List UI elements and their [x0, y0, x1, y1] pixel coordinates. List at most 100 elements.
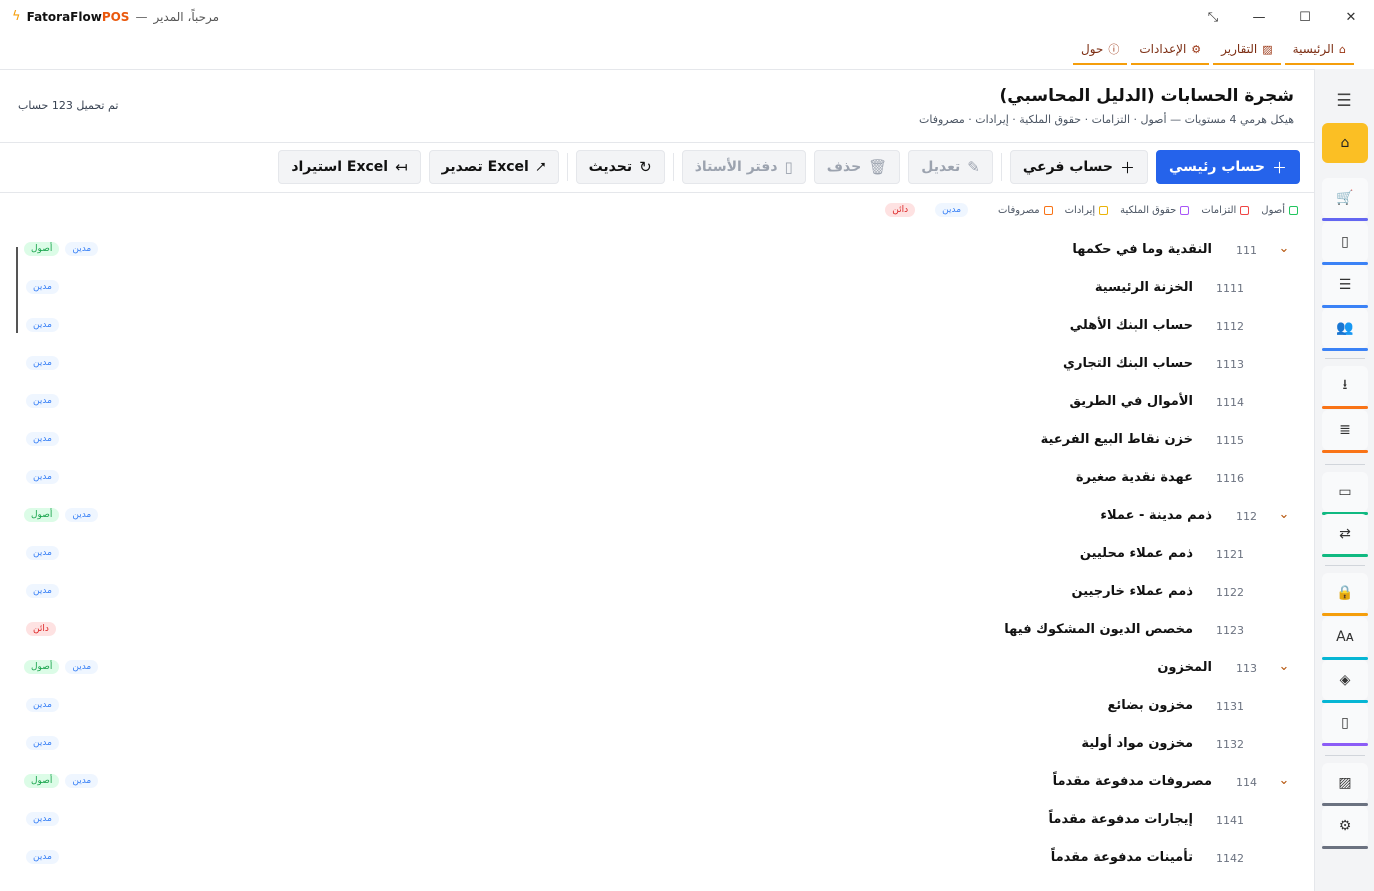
translate-icon: Aᴀ: [1336, 629, 1354, 645]
tree-row[interactable]: 1111 الخزنة الرئيسية مدين: [0, 270, 1314, 308]
maximize-button[interactable]: ☐: [1282, 0, 1328, 34]
tree-row[interactable]: ⌄ 113 المخزون مدين أصول: [0, 650, 1314, 688]
refresh-button[interactable]: ↻ تحديث: [575, 150, 665, 184]
users-icon: 👥: [1336, 320, 1354, 336]
sidebar-item-translate[interactable]: Aᴀ: [1322, 617, 1368, 660]
account-name: ذمم مدينة - عملاء: [1100, 508, 1212, 523]
tree-row[interactable]: ⌄ 114 مصروفات مدفوعة مقدماً مدين أصول: [0, 764, 1314, 802]
main-content: شجرة الحسابات (الدليل المحاسبي) هيكل هرم…: [0, 70, 1314, 891]
add-main-account-button[interactable]: ＋ حساب رئيسي: [1156, 150, 1300, 184]
delete-button[interactable]: 🗑 حذف: [813, 150, 901, 184]
report-icon: ▨: [1262, 42, 1273, 56]
account-tags: مدين: [26, 736, 59, 750]
account-name: تأمينات مدفوعة مقدماً: [1050, 850, 1193, 865]
tree-row[interactable]: 1132 مخزون مواد أولية مدين: [0, 726, 1314, 764]
edit-button[interactable]: ✎ تعديل: [908, 150, 993, 184]
menu-item-label: التقارير: [1221, 42, 1258, 56]
refresh-icon: ↻: [639, 158, 652, 176]
title-separator: —: [135, 9, 148, 24]
menu-item-2[interactable]: ⚙ الإعدادات: [1131, 38, 1210, 65]
tree-row[interactable]: 1113 حساب البنك التجاري مدين: [0, 346, 1314, 384]
menu-icon[interactable]: ☰: [1328, 89, 1360, 113]
toolbar: ＋ حساب رئيسي ＋ حساب فرعي ✎ تعديل 🗑 حذف ▯…: [278, 150, 1300, 184]
clipboard-icon: ▯: [1341, 715, 1349, 731]
tree-row[interactable]: 1121 ذمم عملاء محليين مدين: [0, 536, 1314, 574]
account-name: المخزون: [1157, 660, 1212, 675]
app-brand: ϟ FatoraFlowPOS — مرحباً، المدير: [12, 9, 219, 24]
sidebar-item-lock[interactable]: 🔒: [1322, 573, 1368, 616]
tree-row[interactable]: 1116 عهدة نقدية صغيرة مدين: [0, 460, 1314, 498]
sidebar: ☰ ⌂ 🛒 ▯ ☰ 👥 ⭳ ≣ ▭ ⇄ 🔒 Aᴀ ◈ ▯ ▨ ⚙: [1314, 69, 1374, 891]
menu-item-1[interactable]: ▨ التقارير: [1213, 38, 1281, 65]
sidebar-item-file[interactable]: ▭: [1322, 472, 1368, 515]
menu-item-0[interactable]: ⌂ الرئيسية: [1284, 38, 1354, 65]
sidebar-item-home[interactable]: ⌂: [1322, 123, 1368, 163]
sidebar-item-chart[interactable]: ▨: [1322, 763, 1368, 806]
sidebar-item-cart[interactable]: 🛒: [1322, 178, 1368, 221]
export-icon: ⭧: [535, 158, 546, 176]
shuffle-icon: ⇄: [1339, 526, 1351, 542]
equity-swatch: [1180, 205, 1190, 215]
pencil-icon: ✎: [967, 158, 980, 176]
tree-row[interactable]: 1142 تأمينات مدفوعة مقدماً مدين: [0, 840, 1314, 878]
menu-bar: ⌂ الرئيسية ▨ التقارير ⚙ الإعدادات ⓘ حول: [1073, 38, 1354, 65]
minimize-button[interactable]: —: [1236, 0, 1282, 34]
account-name: مخزون مواد أولية: [1081, 736, 1193, 751]
account-name: الخزنة الرئيسية: [1094, 280, 1193, 295]
tree-row[interactable]: 1131 مخزون بضائع مدين: [0, 688, 1314, 726]
toolbar-separator: [566, 153, 568, 181]
export-excel-button[interactable]: ⭧ تصدير Excel: [428, 150, 559, 184]
account-tags: مدين أصول: [24, 774, 99, 788]
sidebar-item-list[interactable]: ☰: [1322, 265, 1368, 308]
restore-icon[interactable]: ⤡: [1190, 0, 1236, 34]
assets-swatch: [1289, 205, 1298, 215]
nature-badge: مدين: [26, 546, 59, 560]
sidebar-item-list-alt[interactable]: ≣: [1322, 410, 1368, 453]
close-button[interactable]: ✕: [1328, 0, 1374, 34]
sidebar-item-shuffle[interactable]: ⇄: [1322, 514, 1368, 557]
legend-liabilities: التزامات: [1201, 205, 1250, 216]
chevron-down-icon[interactable]: ⌄: [1276, 241, 1292, 256]
chevron-down-icon[interactable]: ⌄: [1276, 659, 1292, 674]
sidebar-item-users[interactable]: 👥: [1322, 308, 1368, 351]
chevron-down-icon[interactable]: ⌄: [1276, 773, 1292, 788]
import-excel-button[interactable]: ↤ استيراد Excel: [278, 150, 421, 184]
tree-row[interactable]: ⌄ 112 ذمم مدينة - عملاء مدين أصول: [0, 498, 1314, 536]
sidebar-separator: [1325, 358, 1365, 359]
tree-row[interactable]: 1114 الأموال في الطريق مدين: [0, 384, 1314, 422]
plus-icon: ＋: [1271, 158, 1287, 177]
chevron-down-icon[interactable]: ⌄: [1276, 507, 1292, 522]
nature-badge: مدين: [26, 280, 59, 294]
ledger-button[interactable]: ▯ دفتر الأستاذ: [681, 150, 806, 184]
type-badge: أصول: [24, 508, 60, 522]
sidebar-item-download[interactable]: ⭳: [1322, 366, 1368, 409]
plus-icon: ＋: [1119, 158, 1135, 177]
account-tags: مدين: [26, 432, 59, 446]
account-code: 1112: [1216, 320, 1244, 333]
account-code: 111: [1236, 244, 1257, 257]
account-code: 1141: [1216, 814, 1244, 827]
divider: [0, 192, 1314, 193]
app-name: FatoraFlowPOS: [26, 9, 130, 24]
tree-row[interactable]: 1141 إيجارات مدفوعة مقدماً مدين: [0, 802, 1314, 840]
tree-row[interactable]: 1122 ذمم عملاء خارجيين مدين: [0, 574, 1314, 612]
tree-row[interactable]: 1123 مخصص الديون المشكوك فيها دائن: [0, 612, 1314, 650]
nature-badge: مدين: [26, 812, 59, 826]
account-code: 1132: [1216, 738, 1244, 751]
tree-row[interactable]: ⌄ 111 النقدية وما في حكمها مدين أصول: [0, 232, 1314, 270]
sidebar-item-settings[interactable]: ⚙: [1322, 806, 1368, 849]
add-sub-account-button[interactable]: ＋ حساب فرعي: [1009, 150, 1148, 184]
sidebar-accent-bar: [1322, 218, 1368, 221]
account-name: مخصص الديون المشكوك فيها: [1004, 622, 1193, 637]
file-icon: ▭: [1338, 484, 1352, 500]
nature-badge: مدين: [26, 584, 59, 598]
menu-item-3[interactable]: ⓘ حول: [1073, 38, 1128, 65]
sidebar-item-layers[interactable]: ◈: [1322, 660, 1368, 703]
scroll-guide: [16, 247, 18, 333]
tree-row[interactable]: 1115 خزن نقاط البيع الفرعية مدين: [0, 422, 1314, 460]
sidebar-item-document[interactable]: ▯: [1322, 222, 1368, 265]
sidebar-item-clipboard[interactable]: ▯: [1322, 703, 1368, 746]
tree-row[interactable]: 1112 حساب البنك الأهلي مدين: [0, 308, 1314, 346]
list-icon: ☰: [1338, 277, 1352, 293]
account-name: عهدة نقدية صغيرة: [1075, 470, 1193, 485]
